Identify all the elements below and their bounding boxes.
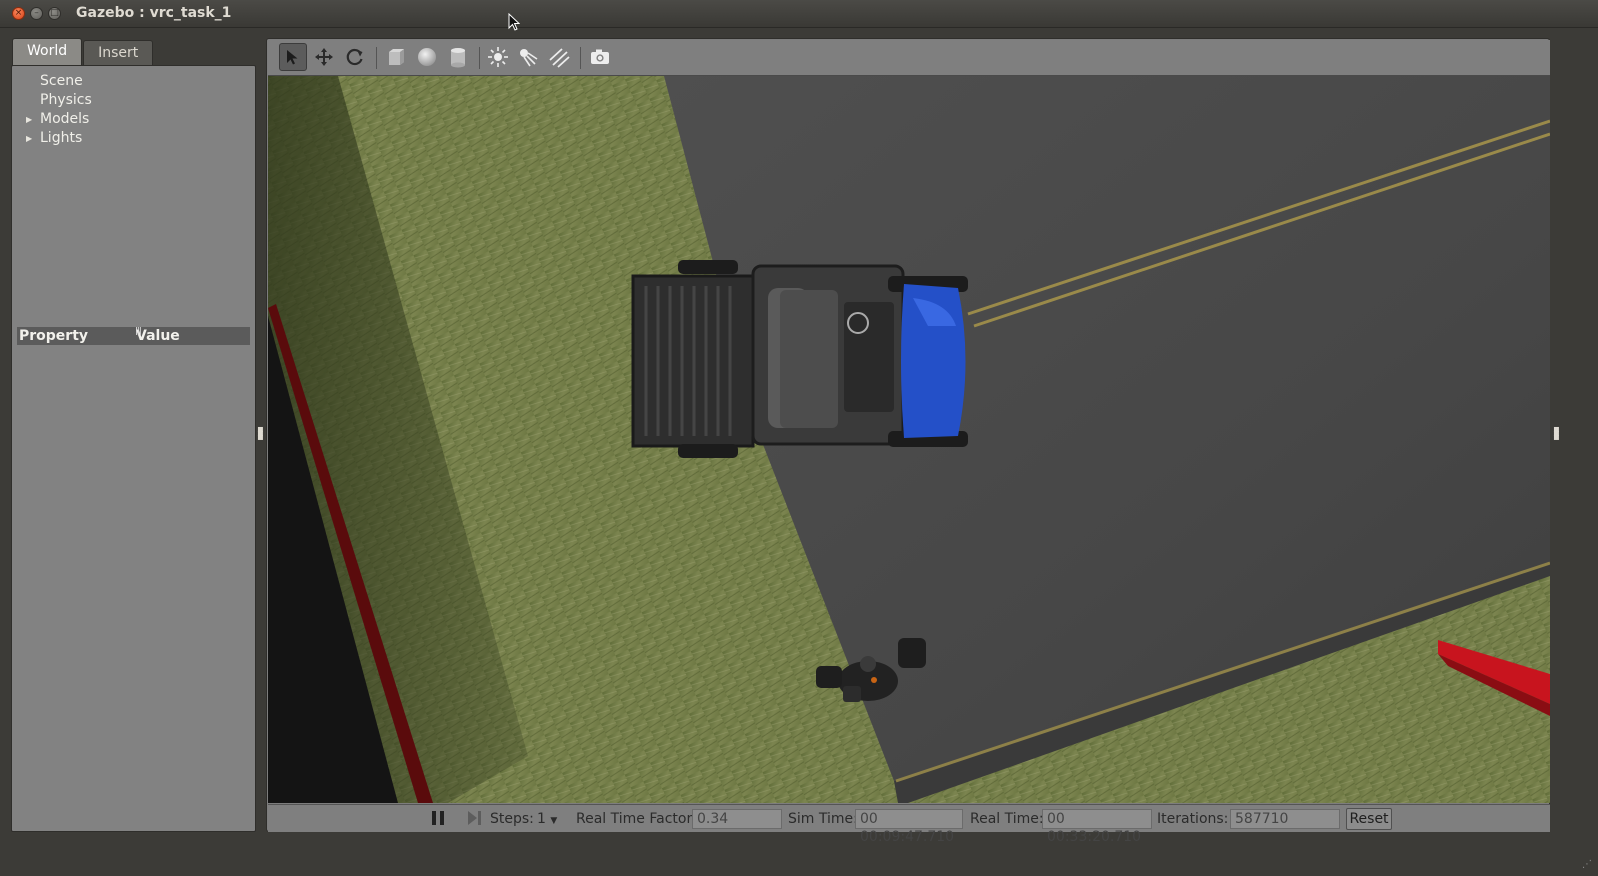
point-light-icon[interactable] bbox=[484, 43, 512, 71]
box-icon[interactable] bbox=[382, 43, 410, 71]
steps-label: Steps: bbox=[490, 811, 534, 827]
tab-world[interactable]: World bbox=[12, 38, 83, 66]
right-splitter-handle[interactable]: ▪ ▪ ▪ bbox=[1553, 425, 1560, 443]
window-title-bar: × – □ Gazebo : vrc_task_1 bbox=[0, 0, 1598, 31]
expand-arrow-icon[interactable]: ▶ bbox=[26, 110, 32, 129]
tab-insert[interactable]: Insert bbox=[83, 40, 154, 65]
minimize-icon: – bbox=[34, 8, 39, 18]
window-title: Gazebo : vrc_task_1 bbox=[76, 5, 232, 21]
resize-grip-icon[interactable]: ⋰ bbox=[1582, 859, 1592, 870]
window-minimize-button[interactable]: – bbox=[30, 7, 43, 20]
scene-render[interactable] bbox=[268, 76, 1550, 803]
rtf-label: Real Time Factor: bbox=[576, 811, 697, 827]
close-icon: × bbox=[14, 8, 23, 18]
left-splitter-handle[interactable]: ▪ ▪ ▪ bbox=[257, 425, 264, 443]
step-forward-icon bbox=[468, 811, 481, 825]
window-close-button[interactable]: × bbox=[12, 7, 25, 20]
camera-screenshot-icon[interactable] bbox=[586, 43, 614, 71]
toolbar-separator bbox=[376, 47, 377, 69]
3d-viewport[interactable] bbox=[268, 76, 1550, 803]
mouse-cursor-icon bbox=[508, 13, 520, 31]
tree-item-label: Lights bbox=[40, 130, 83, 146]
iterations-field: 587710 bbox=[1230, 809, 1340, 829]
real-time-label: Real Time: bbox=[970, 811, 1044, 827]
tree-item-label: Physics bbox=[40, 92, 92, 108]
window-maximize-button[interactable]: □ bbox=[48, 7, 61, 20]
world-tree: Scene Physics ▶ Models ▶ Lights bbox=[26, 72, 92, 148]
tree-item-label: Scene bbox=[40, 73, 83, 89]
pause-icon bbox=[432, 811, 444, 825]
toolbar-separator bbox=[580, 47, 581, 69]
chevron-down-icon[interactable]: ▼ bbox=[550, 816, 557, 826]
tree-item-models[interactable]: ▶ Models bbox=[26, 110, 92, 129]
sim-time-label: Sim Time: bbox=[788, 811, 858, 827]
iterations-label: Iterations: bbox=[1157, 811, 1229, 827]
reset-button[interactable]: Reset bbox=[1346, 808, 1392, 830]
rotate-icon[interactable] bbox=[341, 43, 369, 71]
steps-value: 1 bbox=[537, 811, 546, 827]
status-bar: Steps: 1 ▼ Real Time Factor: 0.34 Sim Ti… bbox=[268, 804, 1550, 845]
rtf-field: 0.34 bbox=[692, 809, 782, 829]
render-frame: Steps: 1 ▼ Real Time Factor: 0.34 Sim Ti… bbox=[266, 38, 1550, 845]
sim-time-field: 00 00:09:47.710 bbox=[855, 809, 963, 845]
pause-button[interactable] bbox=[430, 810, 446, 830]
select-arrow-icon[interactable] bbox=[279, 43, 307, 71]
directional-light-icon[interactable] bbox=[545, 43, 573, 71]
real-time-field: 00 00:33:20.710 bbox=[1042, 809, 1152, 845]
property-table-header: ||| Property Value bbox=[17, 326, 250, 345]
tree-item-lights[interactable]: ▶ Lights bbox=[26, 129, 92, 148]
world-panel: Scene Physics ▶ Models ▶ Lights ||| Prop… bbox=[11, 65, 256, 832]
toolbar-separator bbox=[479, 47, 480, 69]
tree-item-physics[interactable]: Physics bbox=[26, 91, 92, 110]
tree-item-scene[interactable]: Scene bbox=[26, 72, 92, 91]
translate-icon[interactable] bbox=[310, 43, 338, 71]
sphere-icon[interactable] bbox=[413, 43, 441, 71]
step-button[interactable] bbox=[466, 810, 482, 830]
toolbar bbox=[268, 40, 1550, 76]
utility-vehicle[interactable] bbox=[631, 260, 968, 458]
splitter-grip-icon[interactable]: ||| bbox=[135, 322, 142, 340]
left-panel-tabs: World Insert bbox=[12, 38, 154, 66]
cylinder-icon[interactable] bbox=[444, 43, 472, 71]
maximize-icon: □ bbox=[50, 8, 59, 18]
spot-light-icon[interactable] bbox=[514, 43, 542, 71]
steps-spinbox[interactable]: 1 ▼ bbox=[537, 811, 557, 827]
column-header-property[interactable]: Property bbox=[17, 327, 134, 345]
tree-item-label: Models bbox=[40, 111, 90, 127]
expand-arrow-icon[interactable]: ▶ bbox=[26, 129, 32, 148]
